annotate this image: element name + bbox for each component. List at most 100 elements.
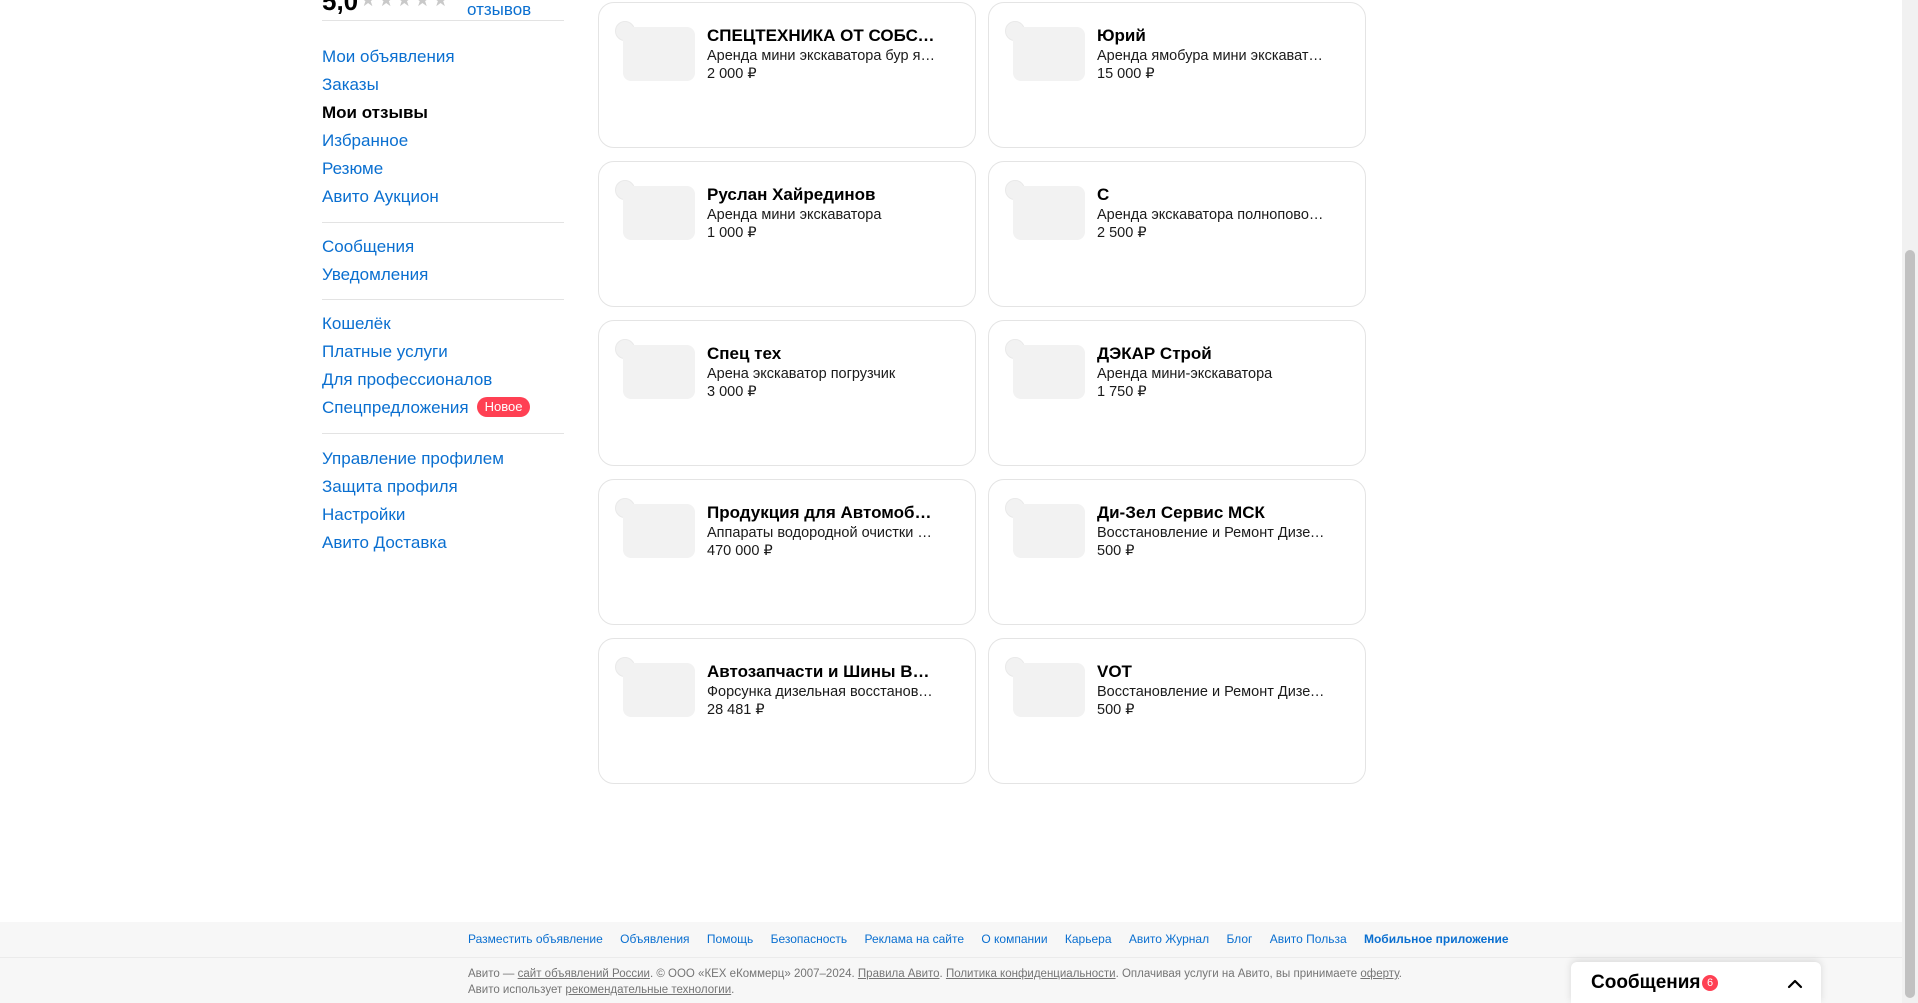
seller-name: Автозапчасти и Шины BEST xyxy=(707,662,935,681)
sidebar-item-profile-protection[interactable]: Защита профиля xyxy=(322,473,564,501)
ad-price: 470 000 ₽ xyxy=(707,543,773,559)
sidebar-item-special-offers[interactable]: Спецпредложения Новое xyxy=(322,394,564,422)
messages-widget[interactable]: Сообщения 6 xyxy=(1571,962,1821,1003)
ad-price: 3 000 ₽ xyxy=(707,384,757,400)
sidebar-item-auction[interactable]: Авито Аукцион xyxy=(322,183,564,211)
ad-title: Арена экскаватор погрузчик xyxy=(707,366,896,382)
ad-thumbnail xyxy=(623,663,695,717)
scrollbar-thumb[interactable] xyxy=(1905,250,1915,998)
sidebar-item-notifications[interactable]: Уведомления xyxy=(322,261,564,289)
messages-widget-title: Сообщения xyxy=(1591,972,1701,993)
sidebar-item-resume[interactable]: Резюме xyxy=(322,155,564,183)
ad-thumbnail xyxy=(623,345,695,399)
nav-group-main: Мои объявления Заказы Мои отзывы Избранн… xyxy=(322,43,564,211)
ad-price: 2 000 ₽ xyxy=(707,66,757,82)
footer-link-blog[interactable]: Блог xyxy=(1226,932,1252,946)
seller-name: VOT xyxy=(1097,662,1132,681)
ad-thumbnail xyxy=(623,186,695,240)
sidebar-item-profile-management[interactable]: Управление профилем xyxy=(322,445,564,473)
legal-link-rules[interactable]: Правила Авито xyxy=(858,968,940,980)
review-card[interactable]: СПЕЦТЕХНИКА ОТ СОБСТВЕННИКА Аренда мини … xyxy=(598,2,976,148)
footer-link-benefit[interactable]: Авито Польза xyxy=(1270,932,1347,946)
review-card[interactable]: Юрий Аренда ямобура мини экскаватора 15 … xyxy=(988,2,1366,148)
ad-title: Аппараты водородной очистки двигателя xyxy=(707,525,935,541)
sidebar-item-settings[interactable]: Настройки xyxy=(322,501,564,529)
review-card[interactable]: Спец тех Арена экскаватор погрузчик 3 00… xyxy=(598,320,976,466)
ad-title: Аренда ямобура мини экскаватора xyxy=(1097,48,1325,64)
review-card[interactable]: Руслан Хайрединов Аренда мини экскаватор… xyxy=(598,161,976,307)
footer-link-journal[interactable]: Авито Журнал xyxy=(1129,932,1209,946)
ad-title: Аренда мини экскаватора xyxy=(707,207,882,223)
legal-link-offer[interactable]: оферту xyxy=(1360,968,1398,980)
footer-link-mobile-app[interactable]: Мобильное приложение xyxy=(1364,932,1509,946)
divider xyxy=(322,20,564,21)
seller-name: Ди-Зел Сервис МСК xyxy=(1097,503,1265,522)
footer-link-ads[interactable]: Объявления xyxy=(620,932,689,946)
divider xyxy=(322,222,564,223)
ad-price: 15 000 ₽ xyxy=(1097,66,1155,82)
sidebar-item-my-ads[interactable]: Мои объявления xyxy=(322,43,564,71)
sidebar-item-delivery[interactable]: Авито Доставка xyxy=(322,529,564,557)
legal-text: . xyxy=(731,984,735,996)
nav-group-communication: Сообщения Уведомления xyxy=(322,233,564,289)
ad-thumbnail xyxy=(1013,186,1085,240)
ad-price: 2 500 ₽ xyxy=(1097,225,1147,241)
new-badge: Новое xyxy=(476,397,531,417)
sidebar-item-for-pros[interactable]: Для профессионалов xyxy=(322,366,564,394)
seller-name: Спец тех xyxy=(707,344,782,363)
sidebar-item-my-reviews[interactable]: Мои отзывы xyxy=(322,99,564,127)
ad-thumbnail xyxy=(623,504,695,558)
ad-price: 1 750 ₽ xyxy=(1097,384,1147,400)
seller-name: ДЭКАР Строй xyxy=(1097,344,1212,363)
legal-link-site[interactable]: сайт объявлений России xyxy=(518,968,650,980)
review-card[interactable]: Автозапчасти и Шины BEST Форсунка дизель… xyxy=(598,638,976,784)
ad-price: 1 000 ₽ xyxy=(707,225,757,241)
ad-thumbnail xyxy=(1013,663,1085,717)
footer-link-post-ad[interactable]: Разместить объявление xyxy=(468,932,603,946)
footer-links: Разместить объявление Объявления Помощь … xyxy=(468,932,1523,946)
seller-name: Руслан Хайрединов xyxy=(707,185,876,204)
seller-name: С xyxy=(1097,185,1110,204)
sidebar-item-favorites[interactable]: Избранное xyxy=(322,127,564,155)
divider xyxy=(0,957,1902,958)
sidebar-item-messages[interactable]: Сообщения xyxy=(322,233,564,261)
seller-name: Продукция для Автомобилей xyxy=(707,503,935,522)
divider xyxy=(322,299,564,300)
ad-title: Форсунка дизельная восстановленная xyxy=(707,684,935,700)
nav-group-finance: Кошелёк Платные услуги Для профессионало… xyxy=(322,310,564,422)
sidebar-item-wallet[interactable]: Кошелёк xyxy=(322,310,564,338)
review-card[interactable]: Ди-Зел Сервис МСК Восстановление и Ремон… xyxy=(988,479,1366,625)
review-card[interactable]: С Аренда экскаватора полноповоротного 2 … xyxy=(988,161,1366,307)
footer-link-about[interactable]: О компании xyxy=(981,932,1047,946)
profile-rating: 5,0 ★★★★★ отзывов xyxy=(322,0,564,21)
ad-thumbnail xyxy=(1013,504,1085,558)
ad-price: 500 ₽ xyxy=(1097,543,1135,559)
review-card[interactable]: VOT Восстановление и Ремонт Дизельных фо… xyxy=(988,638,1366,784)
nav-group-profile: Управление профилем Защита профиля Настр… xyxy=(322,445,564,557)
sidebar-item-label: Спецпредложения xyxy=(322,398,469,417)
ad-title: Восстановление и Ремонт Дизельных форсун… xyxy=(1097,684,1325,700)
sidebar-item-orders[interactable]: Заказы xyxy=(322,71,564,99)
messages-count-badge: 6 xyxy=(1702,975,1718,991)
footer-link-safety[interactable]: Безопасность xyxy=(771,932,848,946)
footer-link-help[interactable]: Помощь xyxy=(707,932,753,946)
review-card[interactable]: Продукция для Автомобилей Аппараты водор… xyxy=(598,479,976,625)
rating-stars-icon: ★★★★★ xyxy=(360,0,451,10)
ad-thumbnail xyxy=(1013,27,1085,81)
ad-price: 28 481 ₽ xyxy=(707,702,765,718)
legal-text: . © ООО «КЕХ еКоммерц» 2007–2024. xyxy=(649,968,858,980)
legal-text: . Оплачивая услуги на Авито, вы принимае… xyxy=(1115,968,1361,980)
ad-title: Аренда мини экскаватора бур ямобура xyxy=(707,48,935,64)
ad-thumbnail xyxy=(1013,345,1085,399)
legal-link-privacy[interactable]: Политика конфиденциальности xyxy=(946,968,1116,980)
footer-legal-text: Авито — сайт объявлений России. © ООО «К… xyxy=(468,966,1418,998)
footer-link-advertising[interactable]: Реклама на сайте xyxy=(864,932,964,946)
reviews-link[interactable]: отзывов xyxy=(467,0,531,20)
seller-name: СПЕЦТЕХНИКА ОТ СОБСТВЕННИКА xyxy=(707,26,935,45)
review-card[interactable]: ДЭКАР Строй Аренда мини-экскаватора 1 75… xyxy=(988,320,1366,466)
ad-title: Аренда экскаватора полноповоротного xyxy=(1097,207,1325,223)
chevron-up-icon[interactable] xyxy=(1785,974,1805,994)
sidebar-item-paid-services[interactable]: Платные услуги xyxy=(322,338,564,366)
footer-link-career[interactable]: Карьера xyxy=(1065,932,1112,946)
legal-link-tech[interactable]: рекомендательные технологии xyxy=(565,984,731,996)
